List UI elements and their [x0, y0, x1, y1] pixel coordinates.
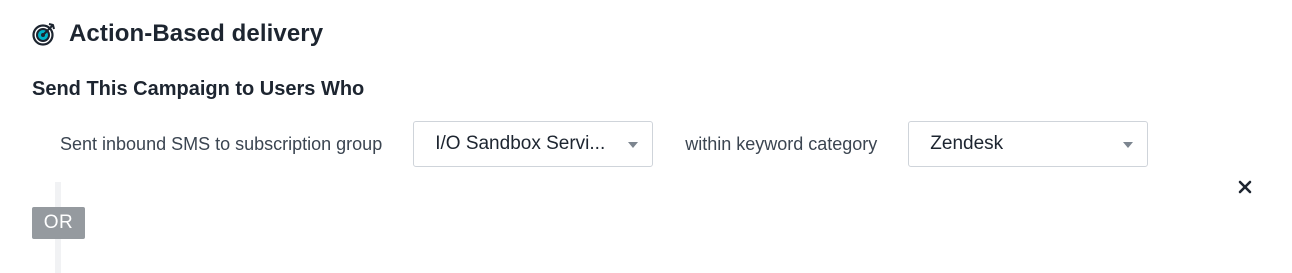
rule-label-subscription: Sent inbound SMS to subscription group [60, 133, 383, 154]
subscription-group-value: I/O Sandbox Servi... [435, 133, 606, 154]
section-header: Action-Based delivery [31, 20, 323, 48]
keyword-category-select[interactable]: Zendesk [908, 121, 1149, 167]
target-icon [31, 21, 57, 47]
page-title: Action-Based delivery [69, 20, 324, 47]
action-based-delivery-panel: Action-Based delivery Send This Campaign… [0, 0, 1292, 273]
or-connector-badge[interactable]: OR [32, 207, 85, 239]
remove-rule-button[interactable] [1236, 178, 1254, 196]
trigger-rule-row: Sent inbound SMS to subscription group I… [60, 121, 1149, 167]
rule-label-keyword: within keyword category [685, 133, 878, 154]
chevron-down-icon [628, 142, 639, 148]
close-icon [1238, 180, 1252, 194]
audience-section-title: Send This Campaign to Users Who [32, 78, 365, 100]
chevron-down-icon [1123, 142, 1134, 148]
subscription-group-select[interactable]: I/O Sandbox Servi... [413, 121, 654, 167]
keyword-category-value: Zendesk [930, 133, 1004, 154]
